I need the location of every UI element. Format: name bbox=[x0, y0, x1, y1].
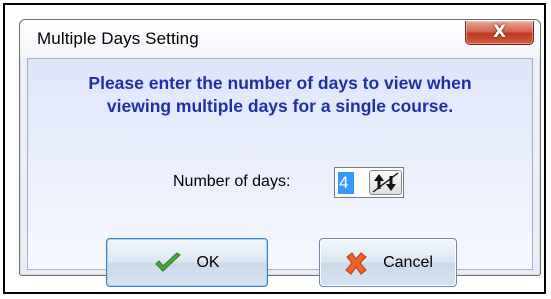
checkmark-icon bbox=[155, 251, 182, 272]
instruction-line-1: Please enter the number of days to view … bbox=[88, 73, 472, 93]
ok-button[interactable]: OK bbox=[106, 238, 268, 287]
number-of-days-label: Number of days: bbox=[173, 173, 291, 190]
spinner-button[interactable] bbox=[369, 170, 402, 195]
x-mark-icon bbox=[345, 251, 367, 275]
ok-button-label: OK bbox=[196, 253, 220, 271]
up-down-arrows-icon bbox=[372, 172, 399, 193]
dialog-window: Multiple Days Setting X Please enter the… bbox=[19, 19, 541, 287]
number-of-days-spinbox[interactable]: 4 bbox=[334, 167, 404, 198]
close-icon: X bbox=[492, 22, 507, 42]
dialog-body: Please enter the number of days to view … bbox=[27, 58, 533, 287]
instruction-text: Please enter the number of days to view … bbox=[28, 72, 532, 118]
cancel-button-label: Cancel bbox=[383, 253, 433, 271]
number-of-days-input[interactable]: 4 bbox=[338, 172, 354, 194]
window-title: Multiple Days Setting bbox=[37, 29, 199, 48]
close-button[interactable]: X bbox=[465, 21, 534, 45]
title-bar[interactable]: Multiple Days Setting X bbox=[20, 20, 540, 58]
screenshot-frame: Multiple Days Setting X Please enter the… bbox=[3, 3, 546, 294]
instruction-line-2: viewing multiple days for a single cours… bbox=[106, 96, 454, 116]
cancel-button[interactable]: Cancel bbox=[319, 238, 457, 287]
